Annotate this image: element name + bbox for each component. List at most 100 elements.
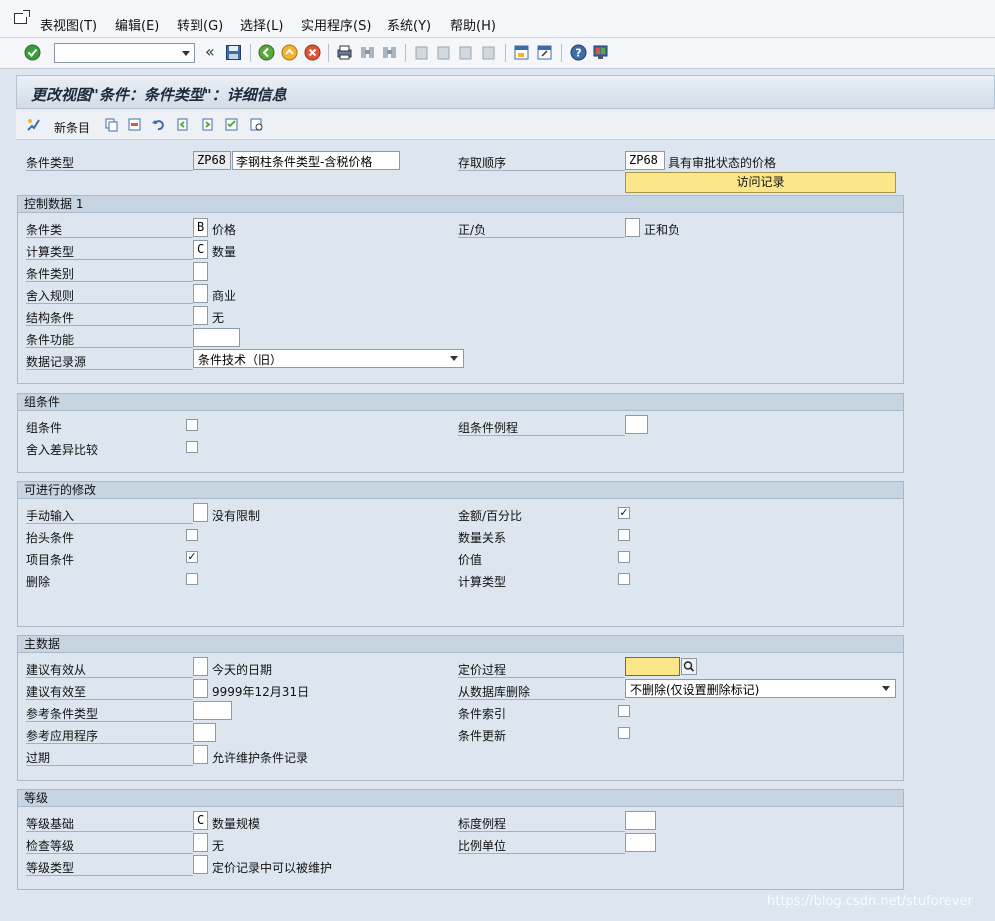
last-page-icon[interactable] (480, 44, 497, 61)
condition-type-description-field[interactable]: 李钢柱条件类型-含税价格 (232, 151, 400, 170)
condition-class-label: 条件类 (26, 223, 63, 237)
create-session-icon[interactable] (513, 44, 530, 61)
rounding-rule-field[interactable] (193, 284, 208, 303)
quantity-relation-label: 数量关系 (458, 531, 507, 545)
group-condition-label: 组条件 (26, 421, 63, 435)
group-condition-checkbox[interactable] (186, 419, 198, 431)
display-change-icon[interactable] (26, 117, 41, 132)
group-title: 等级 (18, 790, 903, 807)
condition-function-field[interactable] (193, 328, 240, 347)
expiry-field[interactable] (193, 745, 208, 764)
next-entry-icon[interactable] (200, 117, 215, 132)
check-scale-field[interactable] (193, 833, 208, 852)
condition-class-text: 价格 (212, 223, 237, 237)
value-checkbox[interactable] (618, 551, 630, 563)
access-sequence-field[interactable]: ZP68 (625, 151, 665, 170)
undo-icon[interactable] (151, 117, 166, 132)
next-page-icon[interactable] (457, 44, 474, 61)
condition-class-field[interactable]: B (193, 218, 208, 237)
change-calc-type-label: 计算类型 (458, 575, 507, 589)
access-records-button[interactable]: 访问记录 (625, 172, 896, 193)
field-underline (26, 170, 193, 171)
scale-unit-label: 比例单位 (458, 839, 507, 853)
menu-table-view[interactable]: 表视图(T) (40, 15, 97, 34)
find-next-icon[interactable] (381, 44, 398, 61)
enter-check-icon[interactable] (24, 44, 41, 61)
field-underline (458, 677, 625, 678)
command-dropdown-icon[interactable] (182, 51, 190, 56)
data-source-dropdown[interactable]: 条件技术（旧） (193, 349, 464, 368)
previous-entry-icon[interactable] (175, 117, 190, 132)
pricing-procedure-field[interactable] (625, 657, 680, 676)
valid-from-field[interactable] (193, 657, 208, 676)
toolbar-separator (405, 44, 406, 62)
search-help-icon[interactable] (681, 658, 697, 675)
change-calc-type-checkbox[interactable] (618, 573, 630, 585)
scale-base-field[interactable]: C (193, 811, 208, 830)
field-underline (458, 831, 625, 832)
plus-minus-field[interactable] (625, 218, 640, 237)
condition-index-checkbox[interactable] (618, 705, 630, 717)
system-menu-icon[interactable] (14, 13, 27, 24)
previous-page-icon[interactable] (435, 44, 452, 61)
rounding-difference-checkbox[interactable] (186, 441, 198, 453)
exit-icon[interactable] (281, 44, 298, 61)
condition-category-field[interactable] (193, 262, 208, 281)
manual-entry-field[interactable] (193, 503, 208, 522)
variant-icon[interactable] (249, 117, 264, 132)
plus-minus-label: 正/负 (458, 223, 487, 237)
print-icon[interactable] (336, 44, 353, 61)
toolbar-separator (250, 44, 251, 62)
screen-title-bar: 更改视图"条件：条件类型"：详细信息 (16, 75, 995, 109)
scale-base-text: 数量规模 (212, 817, 261, 831)
rounding-difference-label: 舍入差异比较 (26, 443, 99, 457)
field-underline (458, 170, 625, 171)
delete-from-db-dropdown[interactable]: 不删除(仅设置删除标记) (625, 679, 896, 698)
valid-to-text: 9999年12月31日 (212, 685, 310, 699)
reference-condition-field[interactable] (193, 701, 232, 720)
menu-system[interactable]: 系统(Y) (387, 15, 431, 34)
condition-update-checkbox[interactable] (618, 727, 630, 739)
item-condition-checkbox[interactable]: ✓ (186, 551, 198, 563)
shortcut-icon[interactable] (536, 44, 553, 61)
customize-layout-icon[interactable] (592, 44, 609, 61)
help-icon[interactable]: ? (570, 44, 587, 61)
calculation-type-label: 计算类型 (26, 245, 75, 259)
find-icon[interactable] (359, 44, 376, 61)
scale-routine-field[interactable] (625, 811, 656, 830)
scale-unit-field[interactable] (625, 833, 656, 852)
menu-help[interactable]: 帮助(H) (450, 15, 496, 34)
reference-condition-label: 参考条件类型 (26, 707, 99, 721)
scale-type-field[interactable] (193, 855, 208, 874)
menu-utilities[interactable]: 实用程序(S) (301, 15, 371, 34)
select-all-icon[interactable] (224, 117, 239, 132)
field-underline (26, 325, 193, 326)
structure-condition-field[interactable] (193, 306, 208, 325)
group-routine-field[interactable] (625, 415, 648, 434)
value-label: 价值 (458, 553, 483, 567)
new-entries-button[interactable]: 新条目 (54, 119, 90, 136)
header-condition-checkbox[interactable] (186, 529, 198, 541)
command-field[interactable] (54, 43, 195, 63)
cancel-icon[interactable] (304, 44, 321, 61)
menu-edit[interactable]: 编辑(E) (115, 15, 159, 34)
valid-to-field[interactable] (193, 679, 208, 698)
menu-select[interactable]: 选择(L) (240, 15, 283, 34)
delete-label: 删除 (26, 575, 51, 589)
first-page-icon[interactable] (413, 44, 430, 61)
group-routine-label: 组条件例程 (458, 421, 519, 435)
copy-as-icon[interactable] (104, 117, 119, 132)
condition-type-label: 条件类型 (26, 156, 75, 170)
delete-icon[interactable] (127, 117, 142, 132)
quantity-relation-checkbox[interactable] (618, 529, 630, 541)
delete-checkbox[interactable] (186, 573, 198, 585)
field-underline (26, 853, 193, 854)
amount-percent-checkbox[interactable]: ✓ (618, 507, 630, 519)
calculation-type-field[interactable]: C (193, 240, 208, 259)
reference-application-label: 参考应用程序 (26, 729, 99, 743)
menu-goto[interactable]: 转到(G) (177, 15, 223, 34)
collapse-chevron-icon[interactable]: « (205, 42, 215, 61)
reference-application-field[interactable] (193, 723, 216, 742)
save-icon[interactable] (225, 44, 242, 61)
back-icon[interactable] (258, 44, 275, 61)
